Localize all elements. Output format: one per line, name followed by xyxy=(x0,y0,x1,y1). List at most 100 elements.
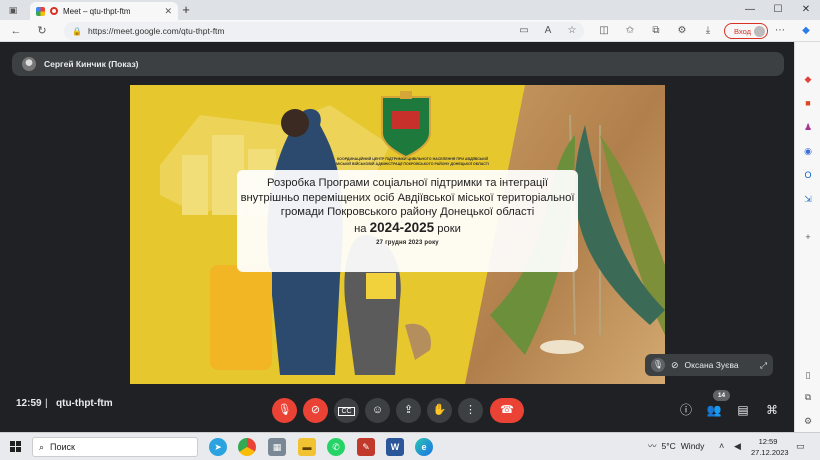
taskbar-date: 27.12.2023 xyxy=(751,448,789,457)
present-button[interactable]: ⇪ xyxy=(396,398,421,423)
hand-icon: ✋ xyxy=(432,404,447,416)
raise-hand-button[interactable]: ✋ xyxy=(427,398,452,423)
coat-of-arms-icon xyxy=(381,91,431,159)
camera-icon[interactable]: ▭ xyxy=(516,23,532,39)
split-screen-icon[interactable]: ◫ xyxy=(596,23,612,39)
pdf-reader-icon[interactable]: ✎ xyxy=(357,438,375,456)
search-icon: ⌕ xyxy=(39,441,45,452)
outlook-icon[interactable]: O xyxy=(800,168,816,182)
camera-off-button[interactable]: ⊘ xyxy=(303,398,328,423)
drop-icon[interactable]: ⇲ xyxy=(800,192,816,206)
hang-up-icon: ☎ xyxy=(500,404,514,416)
chat-button[interactable]: ▤ xyxy=(733,401,753,419)
microsoft365-icon[interactable]: ◉ xyxy=(800,144,816,158)
downloads-icon[interactable]: ⤓ xyxy=(700,23,716,39)
woman-head xyxy=(281,109,309,137)
people-icon: 👥 xyxy=(706,403,722,417)
add-sidebar-icon[interactable]: + xyxy=(800,230,816,244)
presenter-label: Сергей Кинчик (Показ) xyxy=(44,59,139,69)
taskbar-search[interactable]: ⌕ Поиск xyxy=(32,437,198,457)
camera-off-icon: ⊘ xyxy=(310,404,321,416)
copilot-icon[interactable]: ◆ xyxy=(798,23,814,39)
meeting-info-button[interactable]: ⓘ xyxy=(676,401,696,419)
recording-icon xyxy=(50,7,58,15)
weather-widget[interactable]: 〰 5°C Windy xyxy=(648,440,704,452)
emoji-button[interactable]: ☺ xyxy=(365,398,390,423)
tools-icon[interactable]: ■ xyxy=(800,96,816,110)
read-aloud-icon[interactable]: A xyxy=(540,23,556,39)
tab-title: Meet – qtu-thpt-ftm xyxy=(63,6,131,16)
chrome-icon[interactable] xyxy=(238,438,256,456)
whatsapp-icon[interactable]: ✆ xyxy=(327,438,345,456)
telegram-icon[interactable]: ➤ xyxy=(209,438,227,456)
meeting-time: 12:59 xyxy=(16,398,42,409)
temperature: 5°C xyxy=(661,441,676,451)
presenter-avatar xyxy=(22,57,36,71)
profile-avatar-icon xyxy=(754,25,765,37)
people-button[interactable]: 👥 xyxy=(704,401,724,419)
minimize-window-button[interactable]: — xyxy=(736,2,764,18)
wind-icon: 〰 xyxy=(648,441,657,451)
more-options-button[interactable]: ⋮ xyxy=(458,398,483,423)
organization-name: КООРДИНАЦІЙНИЙ ЦЕНТР ПІДТРИМКИ ЦИВІЛЬНОГ… xyxy=(336,157,489,166)
leave-call-button[interactable]: ☎ xyxy=(490,398,524,423)
activities-button[interactable]: ⌘ xyxy=(762,401,782,419)
games-icon[interactable]: ♟ xyxy=(800,120,816,134)
login-label: Вход xyxy=(734,26,751,36)
participant-count-badge: 14 xyxy=(713,390,730,401)
meeting-code: qtu-thpt-ftm xyxy=(56,398,113,409)
extensions-icon[interactable]: ⚙ xyxy=(674,23,690,39)
calculator-icon[interactable]: ▦ xyxy=(268,438,286,456)
backpack xyxy=(366,273,396,299)
participant-tile[interactable]: 🎙 ⊘ Оксана Зуєва ⤢ xyxy=(645,354,773,376)
word-icon[interactable]: W xyxy=(386,438,404,456)
slide-title: Розробка Програми соціальної підтримки т… xyxy=(240,177,575,219)
expand-icon[interactable]: ⤢ xyxy=(760,360,767,371)
edge-sidebar: ◆ ■ ♟ ◉ O ⇲ + ▯ ⧉ ⚙ xyxy=(794,42,820,432)
file-explorer-icon[interactable]: ▬ xyxy=(298,438,316,456)
edge-icon[interactable]: e xyxy=(415,438,433,456)
suitcase xyxy=(210,265,272,370)
tab-meet[interactable]: Meet – qtu-thpt-ftm ✕ xyxy=(30,2,178,20)
weather-condition: Windy xyxy=(680,441,705,451)
presenter-bar: Сергей Кинчик (Показ) xyxy=(12,52,784,76)
new-tab-button[interactable]: + xyxy=(178,2,194,18)
present-icon: ⇪ xyxy=(403,404,414,416)
reload-icon[interactable]: ↻ xyxy=(34,23,50,39)
open-external-icon[interactable]: ⧉ xyxy=(800,390,816,404)
browser-toolbar: ← ↻ 🔒 https://meet.google.com/qtu-thpt-f… xyxy=(0,20,820,42)
tray-overflow-icon[interactable]: ˄ xyxy=(719,441,724,451)
more-vert-icon: ⋮ xyxy=(465,404,476,416)
close-window-button[interactable]: ✕ xyxy=(792,2,820,18)
taskbar-time: 12:59 xyxy=(758,437,778,446)
camera-off-icon: ⊘ xyxy=(671,359,679,370)
favorites-icon[interactable]: ✩ xyxy=(622,23,638,39)
lock-icon: 🔒 xyxy=(72,26,82,36)
sidebar-settings-icon[interactable]: ⚙ xyxy=(800,414,816,428)
start-button[interactable] xyxy=(10,441,21,452)
search-label: Поиск xyxy=(50,442,75,452)
captions-icon: CC xyxy=(338,407,355,416)
shopping-icon[interactable]: ◆ xyxy=(800,72,816,86)
taskbar-clock[interactable]: 12:59 27.12.2023 xyxy=(751,436,789,458)
mic-off-button[interactable]: 🎙 xyxy=(272,398,297,423)
maximize-window-button[interactable]: ☐ xyxy=(764,2,792,18)
sidebar-layout-icon[interactable]: ▯ xyxy=(800,368,816,382)
mic-off-icon: 🎙 xyxy=(277,404,292,416)
chat-icon: ▤ xyxy=(737,403,749,417)
address-bar[interactable]: 🔒 https://meet.google.com/qtu-thpt-ftm xyxy=(64,22,584,40)
back-arrow-icon[interactable]: ← xyxy=(8,23,24,39)
more-menu-icon[interactable]: ⋯ xyxy=(772,23,788,39)
close-tab-icon[interactable]: ✕ xyxy=(164,6,172,17)
url-text: https://meet.google.com/qtu-thpt-ftm xyxy=(87,26,225,36)
tab-actions-icon[interactable]: ▣ xyxy=(6,3,20,17)
login-button[interactable]: Вход xyxy=(724,23,768,39)
notifications-icon[interactable]: ▭ xyxy=(796,441,805,452)
favorite-star-icon[interactable]: ☆ xyxy=(564,23,580,39)
teddy-bear xyxy=(405,323,431,360)
collections-icon[interactable]: ⧉ xyxy=(648,23,664,39)
speaker-icon[interactable]: ◀ xyxy=(734,441,741,452)
years-range: 2024-2025 xyxy=(369,219,435,235)
captions-button[interactable]: CC xyxy=(334,398,359,423)
flag-stand xyxy=(540,340,584,354)
